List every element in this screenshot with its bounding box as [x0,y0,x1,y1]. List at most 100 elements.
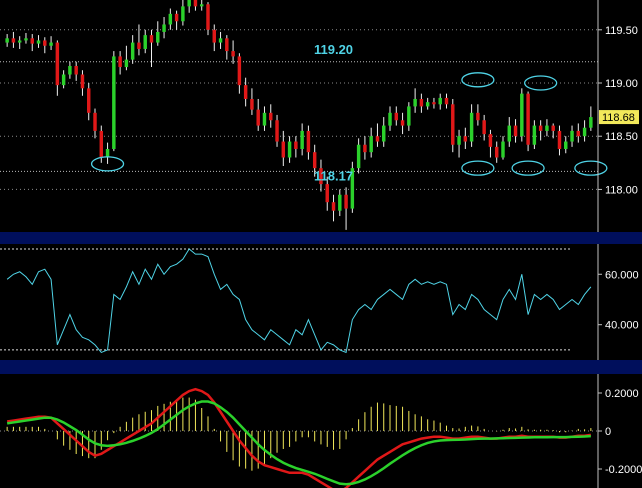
candle-down [174,13,179,22]
candle-up [49,42,53,46]
candle-down [576,130,581,137]
candle-up [61,74,66,86]
candle-up [262,112,267,126]
candle-up [564,141,568,149]
tick-label: 0 [605,426,611,438]
candle-up [382,125,386,142]
candle-down [363,144,367,153]
candle-up [17,40,22,43]
candle-down [231,51,235,57]
candle-up [187,0,191,7]
candle-down [55,42,60,86]
candle-down [551,125,555,131]
candle-down [256,109,260,126]
price-annotation: 118.17 [314,169,353,184]
candle-down [451,104,455,145]
candle-down [281,141,286,158]
candle-up [156,31,160,43]
candle-up [520,93,524,137]
candle-up [570,130,574,142]
candle-down [30,38,34,44]
candle-up [356,144,361,169]
candle-up [369,136,373,153]
last-price-label: 118.68 [602,112,635,124]
candle-up [582,127,587,137]
candle-down [243,85,248,99]
candle-up [199,4,204,7]
candle-up [36,40,41,44]
candle-up [425,102,430,107]
candle-down [476,112,480,121]
candle-down [419,98,424,107]
candle-up [507,125,511,142]
candle-up [532,125,537,145]
candle-up [68,65,72,75]
candle-up [413,98,417,107]
candle-down [269,112,273,121]
candle-up [501,141,505,158]
candle-up [112,56,116,149]
candle-down [463,136,468,142]
candle-down [488,134,493,147]
candle-down [394,112,399,121]
candle-up [388,112,392,126]
candle-down [43,40,47,46]
candle-up [143,35,147,49]
candle-down [275,120,279,142]
candle-up [124,59,129,68]
tick-label: 119.00 [605,78,638,90]
candle-up [407,106,411,126]
candle-down [494,146,499,158]
candle-down [400,120,405,126]
candle-down [149,35,154,43]
candle-down [212,29,216,43]
candle-up [545,125,549,131]
stock-chart: 119.20 118.17 119.50 119.00 118.50 118.00 118… [0,0,642,488]
candle-down [99,130,104,158]
candle-down [306,130,311,153]
candle-down [137,42,141,49]
candle-up [218,38,223,43]
candle-up [457,136,461,145]
candle-down [526,93,530,145]
candle-up [130,42,135,60]
candle-up [168,13,173,25]
candle-down [294,141,298,149]
tick-label: 118.50 [605,131,638,143]
candle-up [300,130,304,149]
tick-label: 60.000 [605,269,639,281]
candle-down [513,125,518,137]
tick-label: -0.2000 [605,464,642,476]
candle-up [5,38,9,43]
tick-label: 40.000 [605,320,639,332]
candle-down [93,112,97,131]
candle-down [118,56,122,68]
candle-up [24,38,28,41]
candle-down [225,38,229,52]
candle-up [162,24,166,32]
candle-down [193,0,198,7]
candle-down [432,102,436,105]
candle-up [469,112,474,142]
candle-down [206,4,210,30]
candle-up [287,141,292,158]
tick-label: 0.2000 [605,388,639,400]
candle-down [80,74,85,89]
candle-down [557,130,562,149]
candle-down [344,194,348,209]
candle-up [105,148,110,158]
tick-label: 119.50 [605,25,638,37]
candle-down [250,98,254,110]
candle-down [312,152,317,169]
candle-down [237,56,242,86]
candle-down [325,184,329,203]
candle-down [444,97,449,105]
panel-separator-2 [0,360,642,374]
candle-up [338,194,342,211]
candle-down [74,65,78,75]
candle-down [482,120,486,135]
candle-down [538,125,543,131]
candle-down [11,38,16,43]
candle-up [181,6,185,22]
candle-down [87,88,91,113]
